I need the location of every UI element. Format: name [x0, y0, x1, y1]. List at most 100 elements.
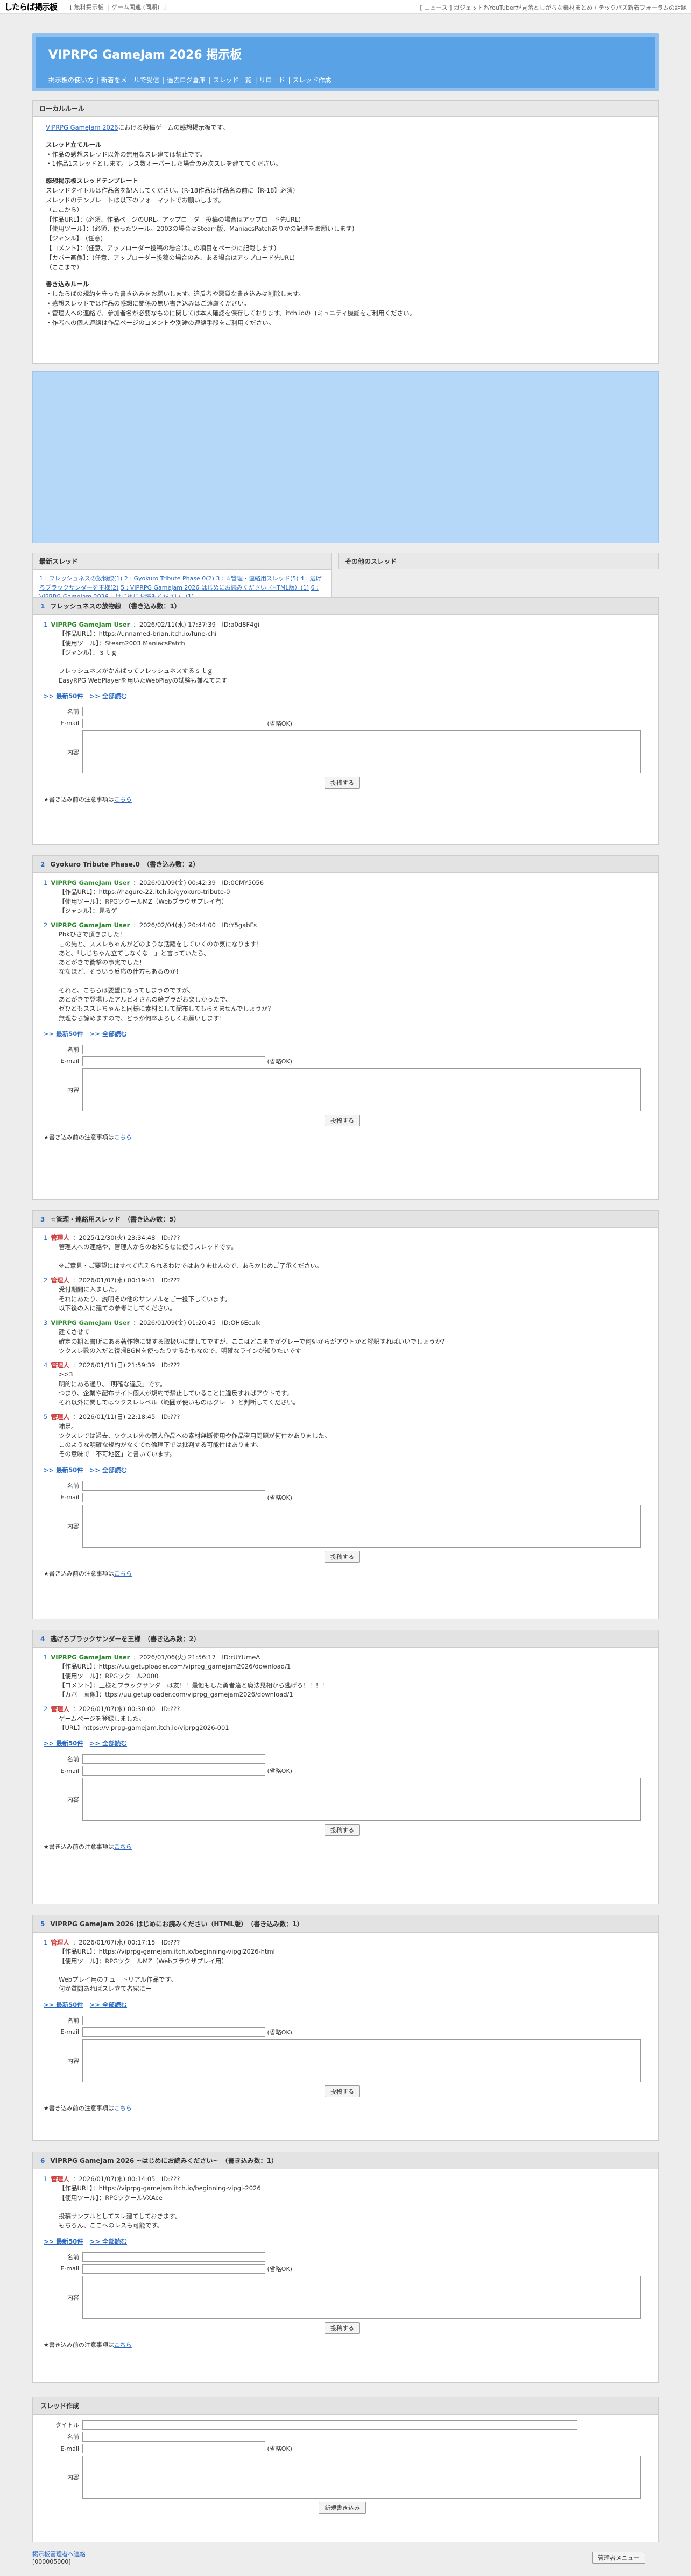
create-email-input[interactable] [82, 2444, 265, 2453]
thread-list-item[interactable]: 2 : Gyokuro Tribute Phase.0(2) [124, 575, 214, 582]
read-all-link[interactable]: >> 全部読む [90, 2001, 127, 2009]
thread-number[interactable]: 5 [40, 1920, 45, 1928]
name-input[interactable] [82, 2015, 265, 2025]
email-label: E-mail [60, 1058, 80, 1065]
post-number[interactable]: 1 [44, 620, 47, 629]
latest50-link[interactable]: >> 最新50件 [44, 2001, 83, 2009]
nav-archive[interactable]: 過去ログ倉庫 [167, 76, 206, 84]
post-number[interactable]: 5 [44, 1413, 47, 1422]
submit-button[interactable]: 投稿する [325, 1824, 360, 1836]
notice-link[interactable]: こちら [114, 1843, 132, 1850]
nav-thread-list[interactable]: スレッド一覧 [213, 76, 252, 84]
submit-button[interactable]: 投稿する [325, 2085, 360, 2097]
body-textarea[interactable] [82, 730, 641, 773]
create-thread-section: スレッド作成 タイトル 名前 E-mail (省略OK) 内容 新規書き込み [32, 2397, 659, 2542]
post-number[interactable]: 3 [44, 1318, 47, 1328]
latest50-link[interactable]: >> 最新50件 [44, 1740, 83, 1747]
thread-title[interactable]: VIPRPG GameJam 2026 ~はじめにお読みください~ （書き込み数… [50, 2157, 277, 2165]
nav-reload[interactable]: リロード [259, 76, 285, 84]
submit-button[interactable]: 投稿する [325, 1114, 360, 1126]
rules-intro-link[interactable]: VIPRPG GameJam 2026 [46, 124, 118, 131]
name-input[interactable] [82, 706, 265, 716]
thread-title[interactable]: ☆管理・連絡用スレッド （書き込み数：5） [50, 1216, 180, 1223]
email-input[interactable] [82, 718, 265, 728]
post-number[interactable]: 2 [44, 1705, 47, 1714]
read-all-link[interactable]: >> 全部読む [90, 1466, 127, 1474]
notice-link[interactable]: こちら [114, 1134, 132, 1141]
submit-button[interactable]: 投稿する [325, 1550, 360, 1563]
body-textarea[interactable] [82, 1778, 641, 1821]
body-textarea[interactable] [82, 2039, 641, 2082]
post-body: 【作品URL】：https://uu.getuploader.com/viprp… [59, 1663, 328, 1698]
post-number[interactable]: 2 [44, 1276, 47, 1285]
site-logo[interactable]: したらば掲示板 [4, 1, 58, 12]
name-input[interactable] [82, 1480, 265, 1491]
post-number[interactable]: 1 [44, 1653, 47, 1662]
name-input[interactable] [82, 2252, 265, 2262]
create-name-input[interactable] [82, 2432, 265, 2442]
post-number[interactable]: 1 [44, 2175, 47, 2184]
latest50-link[interactable]: >> 最新50件 [44, 1030, 83, 1038]
submit-button[interactable]: 投稿する [325, 776, 360, 789]
thread-number[interactable]: 6 [40, 2157, 45, 2165]
nav-create-thread[interactable]: スレッド作成 [292, 76, 331, 84]
thread-title[interactable]: 逃げろブラックサンダーを王様 （書き込み数：2） [50, 1635, 200, 1643]
thread-title[interactable]: Gyokuro Tribute Phase.0 （書き込み数：2） [50, 861, 199, 868]
thread-number[interactable]: 3 [40, 1216, 45, 1223]
notice-link[interactable]: こちら [114, 796, 132, 803]
thread-number[interactable]: 2 [40, 861, 45, 868]
body-textarea[interactable] [82, 2275, 641, 2319]
name-label: 名前 [67, 1482, 79, 1489]
notice-link[interactable]: こちら [114, 1570, 132, 1577]
ad-banner[interactable] [32, 371, 659, 543]
email-input[interactable] [82, 2027, 265, 2037]
body-textarea[interactable] [82, 1068, 641, 1111]
thread-number[interactable]: 1 [40, 602, 45, 610]
thread-header: 4 逃げろブラックサンダーを王様 （書き込み数：2） [33, 1630, 658, 1648]
nav-mail[interactable]: 新着をメールで受信 [101, 76, 159, 84]
top-link-0[interactable]: [ 無料掲示板 [70, 4, 104, 11]
name-label: 名前 [67, 2017, 79, 2024]
latest50-link[interactable]: >> 最新50件 [44, 1466, 83, 1474]
name-input[interactable] [82, 1044, 265, 1054]
thread-list-item[interactable]: 5 : VIPRPG GameJam 2026 はじめにお読みください（HTML… [121, 584, 309, 591]
post-number[interactable]: 2 [44, 921, 47, 930]
thread-title[interactable]: フレッシュネスの放物線 （書き込み数：1） [50, 602, 180, 610]
thread-title[interactable]: VIPRPG GameJam 2026 はじめにお読みください（HTML版） （… [50, 1920, 303, 1928]
read-all-link[interactable]: >> 全部読む [90, 1740, 127, 1747]
post-number[interactable]: 1 [44, 1233, 47, 1243]
latest50-link[interactable]: >> 最新50件 [44, 692, 83, 700]
email-input[interactable] [82, 1056, 265, 1066]
email-input[interactable] [82, 1492, 265, 1502]
admin-menu-button[interactable]: 管理者メニュー [592, 2552, 645, 2564]
email-input[interactable] [82, 1766, 265, 1776]
submit-button[interactable]: 投稿する [325, 2322, 360, 2334]
create-title-input[interactable] [82, 2420, 577, 2430]
post-number[interactable]: 1 [44, 1938, 47, 1947]
body-textarea[interactable] [82, 1504, 641, 1548]
top-link-1[interactable]: | ゲーム関連 (同期) [108, 4, 159, 11]
post-author: 管理人 [51, 1234, 69, 1241]
post-number[interactable]: 4 [44, 1361, 47, 1370]
create-submit-button[interactable]: 新規書き込み [319, 2502, 366, 2514]
contact-admin-link[interactable]: 掲示板管理者へ連絡 [32, 2551, 86, 2558]
body-label: 内容 [67, 2057, 79, 2064]
email-input[interactable] [82, 2263, 265, 2274]
notice-link[interactable]: こちら [114, 2341, 132, 2348]
other-threads-header[interactable]: その他のスレッド [339, 553, 658, 569]
footer: 掲示板管理者へ連絡 [000005000] [32, 2550, 86, 2565]
thread-number[interactable]: 4 [40, 1635, 45, 1643]
name-input[interactable] [82, 1754, 265, 1764]
latest50-link[interactable]: >> 最新50件 [44, 2238, 83, 2245]
read-all-link[interactable]: >> 全部読む [90, 692, 127, 700]
notice-link[interactable]: こちら [114, 2105, 132, 2112]
thread-list-item[interactable]: 1 : フレッシュネスの放物線(1) [39, 575, 122, 582]
thread-list-item[interactable]: 3 : ☆管理・連絡用スレッド(5) [216, 575, 298, 582]
read-all-link[interactable]: >> 全部読む [90, 2238, 127, 2245]
post-body: ゲームページを登録しました。 【URL】https://viprpg-gamej… [59, 1714, 229, 1731]
read-all-link[interactable]: >> 全部読む [90, 1030, 127, 1038]
nav-howto[interactable]: 掲示板の使い方 [48, 76, 94, 84]
create-body-textarea[interactable] [82, 2456, 641, 2499]
post-number[interactable]: 1 [44, 878, 47, 888]
top-news[interactable]: [ ニュース ] ガジェット系YouTuberが見落としがちな機材まとめ / テ… [420, 3, 687, 12]
